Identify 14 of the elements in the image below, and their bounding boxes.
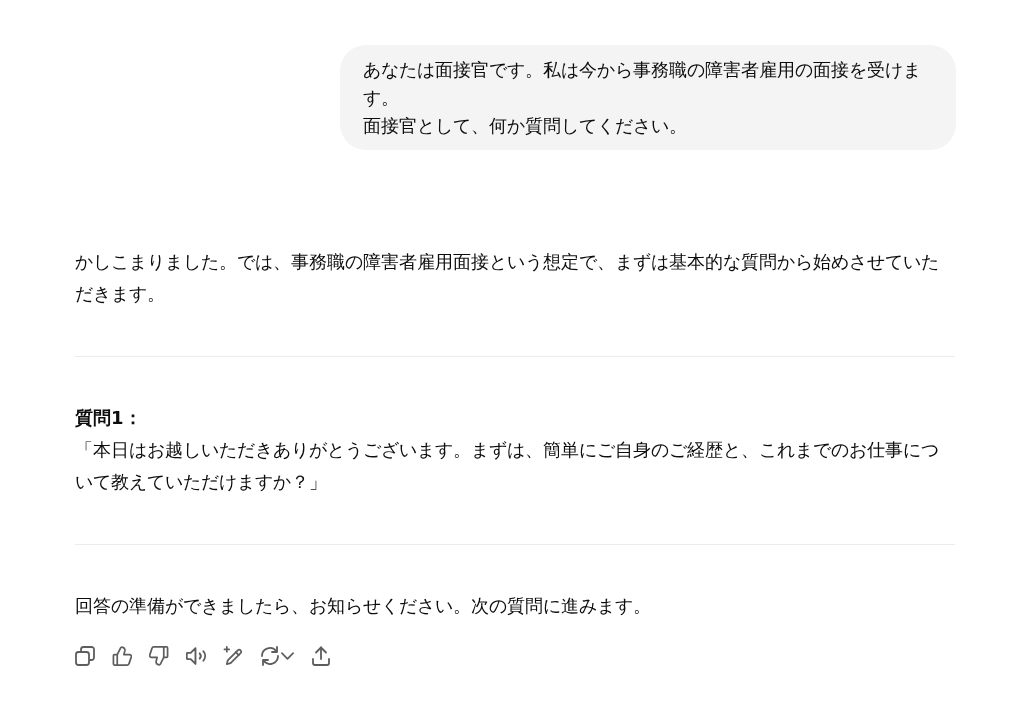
- refresh-icon: [260, 646, 280, 666]
- thumbs-up-icon: [112, 646, 132, 666]
- copy-icon: [75, 646, 95, 666]
- question-text: 「本日はお越しいただきありがとうございます。まずは、簡単にご自身のご経歴と、これまでのお仕事について教えていただけますか？」: [75, 438, 940, 494]
- message-text: かしこまりました。では、事務職の障害者雇用面接という想定で、まずは基本的な質問から始めさせていただきます。: [75, 250, 940, 306]
- thumbs-down-icon: [149, 646, 169, 666]
- question-label: 質問1：: [75, 406, 143, 430]
- message-text: 回答の準備ができましたら、お知らせください。次の質問に進みます。: [75, 594, 652, 618]
- speaker-icon: [186, 646, 206, 666]
- pencil-sparkle-icon: [223, 646, 243, 666]
- message-text: 面接官として、何か質問してください。: [363, 114, 688, 138]
- chevron-down-icon: [281, 652, 294, 660]
- upload-icon: [312, 646, 330, 666]
- message-text: あなたは面接官です。私は今から事務職の障害者雇用の面接を受けます。: [363, 58, 922, 110]
